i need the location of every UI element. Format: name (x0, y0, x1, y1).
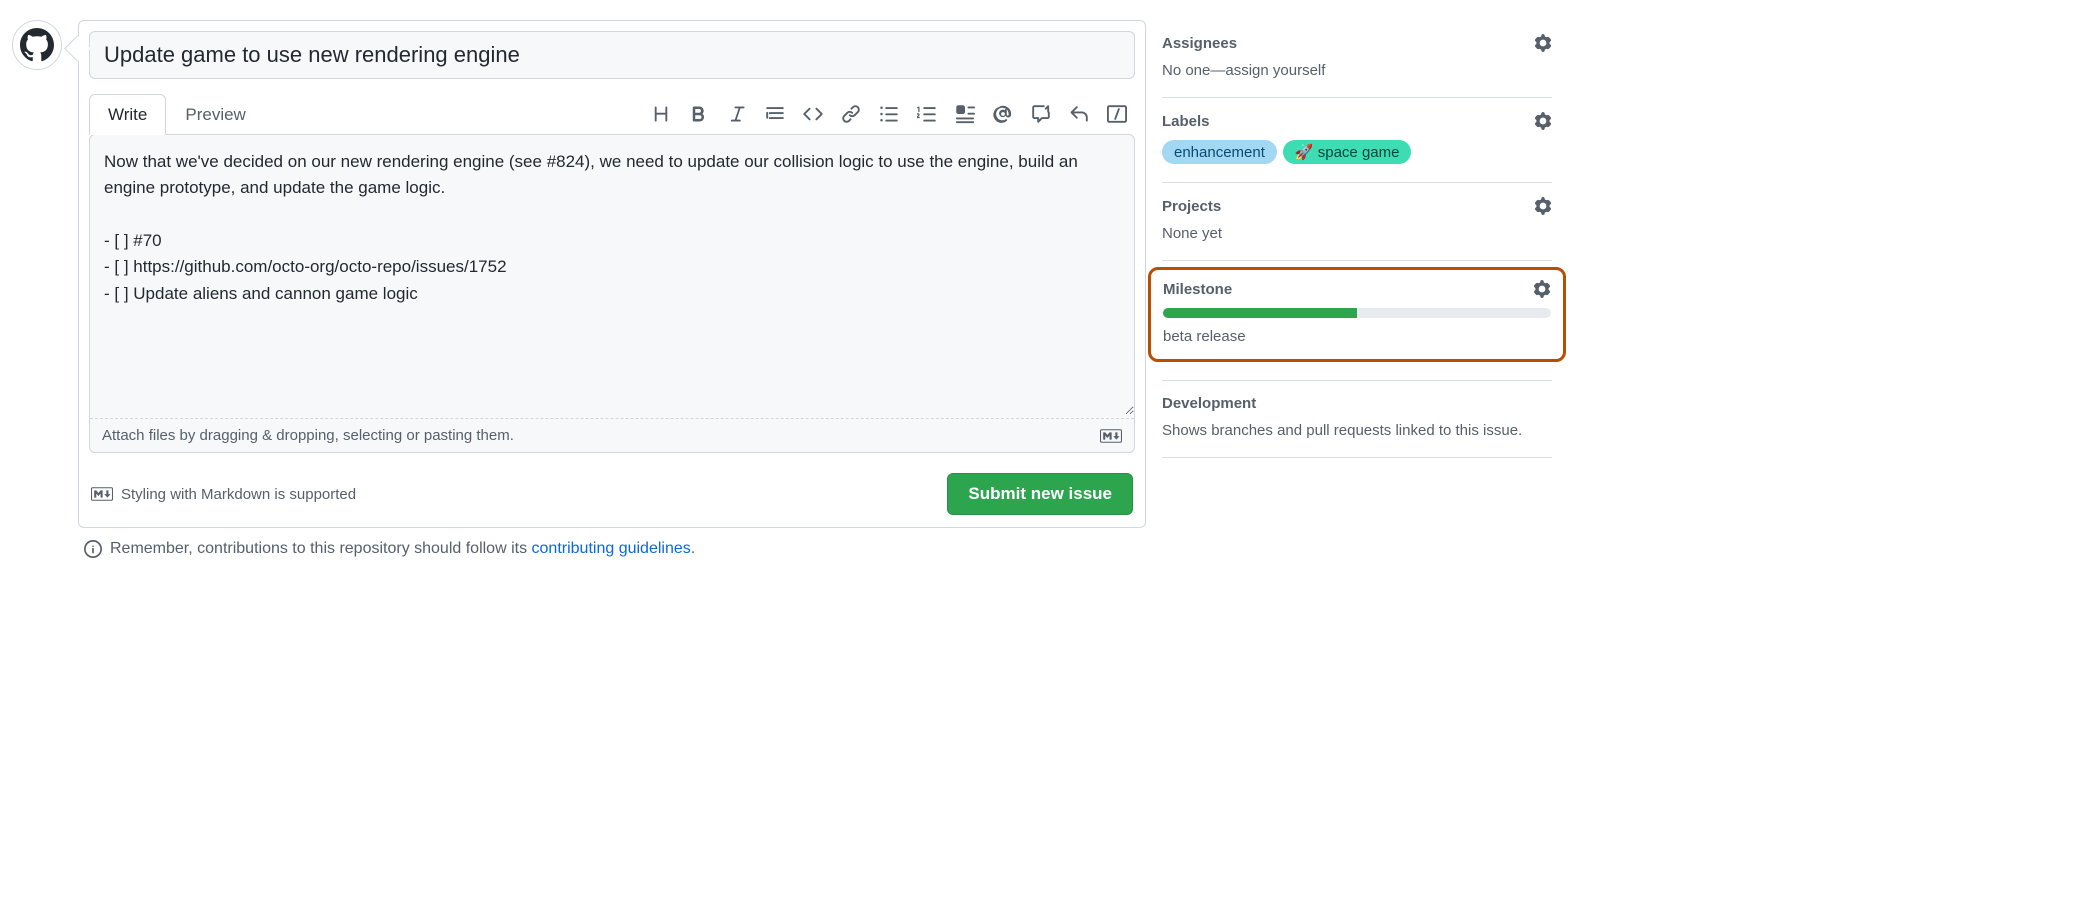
labels-section: Labels enhancement🚀 space game (1162, 98, 1552, 183)
projects-title: Projects (1162, 198, 1221, 215)
markdown-icon (91, 487, 113, 501)
milestone-name[interactable]: beta release (1163, 328, 1551, 345)
italic-icon[interactable] (727, 104, 747, 124)
avatar[interactable] (12, 20, 62, 70)
submit-new-issue-button[interactable]: Submit new issue (947, 473, 1133, 515)
heading-icon[interactable] (651, 104, 671, 124)
markdown-icon[interactable] (1100, 429, 1122, 443)
bold-icon[interactable] (689, 104, 709, 124)
quote-icon[interactable] (765, 104, 785, 124)
markdown-hint[interactable]: Styling with Markdown is supported (121, 486, 356, 503)
gear-icon[interactable] (1534, 112, 1552, 130)
attach-hint[interactable]: Attach files by dragging & dropping, sel… (102, 427, 514, 444)
gear-icon[interactable] (1534, 197, 1552, 215)
code-icon[interactable] (803, 104, 823, 124)
assign-yourself-link[interactable]: assign yourself (1225, 62, 1325, 79)
development-title: Development (1162, 395, 1256, 412)
tab-write[interactable]: Write (89, 94, 166, 135)
labels-title: Labels (1162, 113, 1210, 130)
assignees-title: Assignees (1162, 35, 1237, 52)
label-chip[interactable]: enhancement (1162, 140, 1277, 164)
tab-preview[interactable]: Preview (166, 94, 264, 135)
guidelines-text: Remember, contributions to this reposito… (110, 540, 695, 558)
assignees-none: No one— (1162, 62, 1225, 79)
projects-section: Projects None yet (1162, 183, 1552, 261)
milestone-progress (1163, 308, 1551, 318)
development-desc: Shows branches and pull requests linked … (1162, 422, 1552, 439)
gear-icon[interactable] (1534, 34, 1552, 52)
link-icon[interactable] (841, 104, 861, 124)
task-list-icon[interactable] (955, 104, 975, 124)
octocat-icon (20, 28, 54, 62)
issue-form: Write Preview (78, 20, 1146, 528)
mention-icon[interactable] (993, 104, 1013, 124)
milestone-title: Milestone (1163, 281, 1232, 298)
unordered-list-icon[interactable] (879, 104, 899, 124)
milestone-section: Milestone beta release (1162, 261, 1552, 381)
gear-icon[interactable] (1533, 280, 1551, 298)
assignees-section: Assignees No one—assign yourself (1162, 20, 1552, 98)
projects-none: None yet (1162, 225, 1552, 242)
ordered-list-icon[interactable] (917, 104, 937, 124)
issue-title-input[interactable] (89, 31, 1135, 79)
issue-body-textarea[interactable]: Now that we've decided on our new render… (90, 135, 1134, 415)
label-chip[interactable]: 🚀 space game (1283, 140, 1412, 164)
info-icon (84, 540, 102, 558)
slash-commands-icon[interactable] (1107, 104, 1127, 124)
cross-reference-icon[interactable] (1031, 104, 1051, 124)
development-section: Development Shows branches and pull requ… (1162, 381, 1552, 458)
reply-icon[interactable] (1069, 104, 1089, 124)
contributing-guidelines-link[interactable]: contributing guidelines (532, 540, 691, 557)
markdown-toolbar (651, 104, 1135, 124)
